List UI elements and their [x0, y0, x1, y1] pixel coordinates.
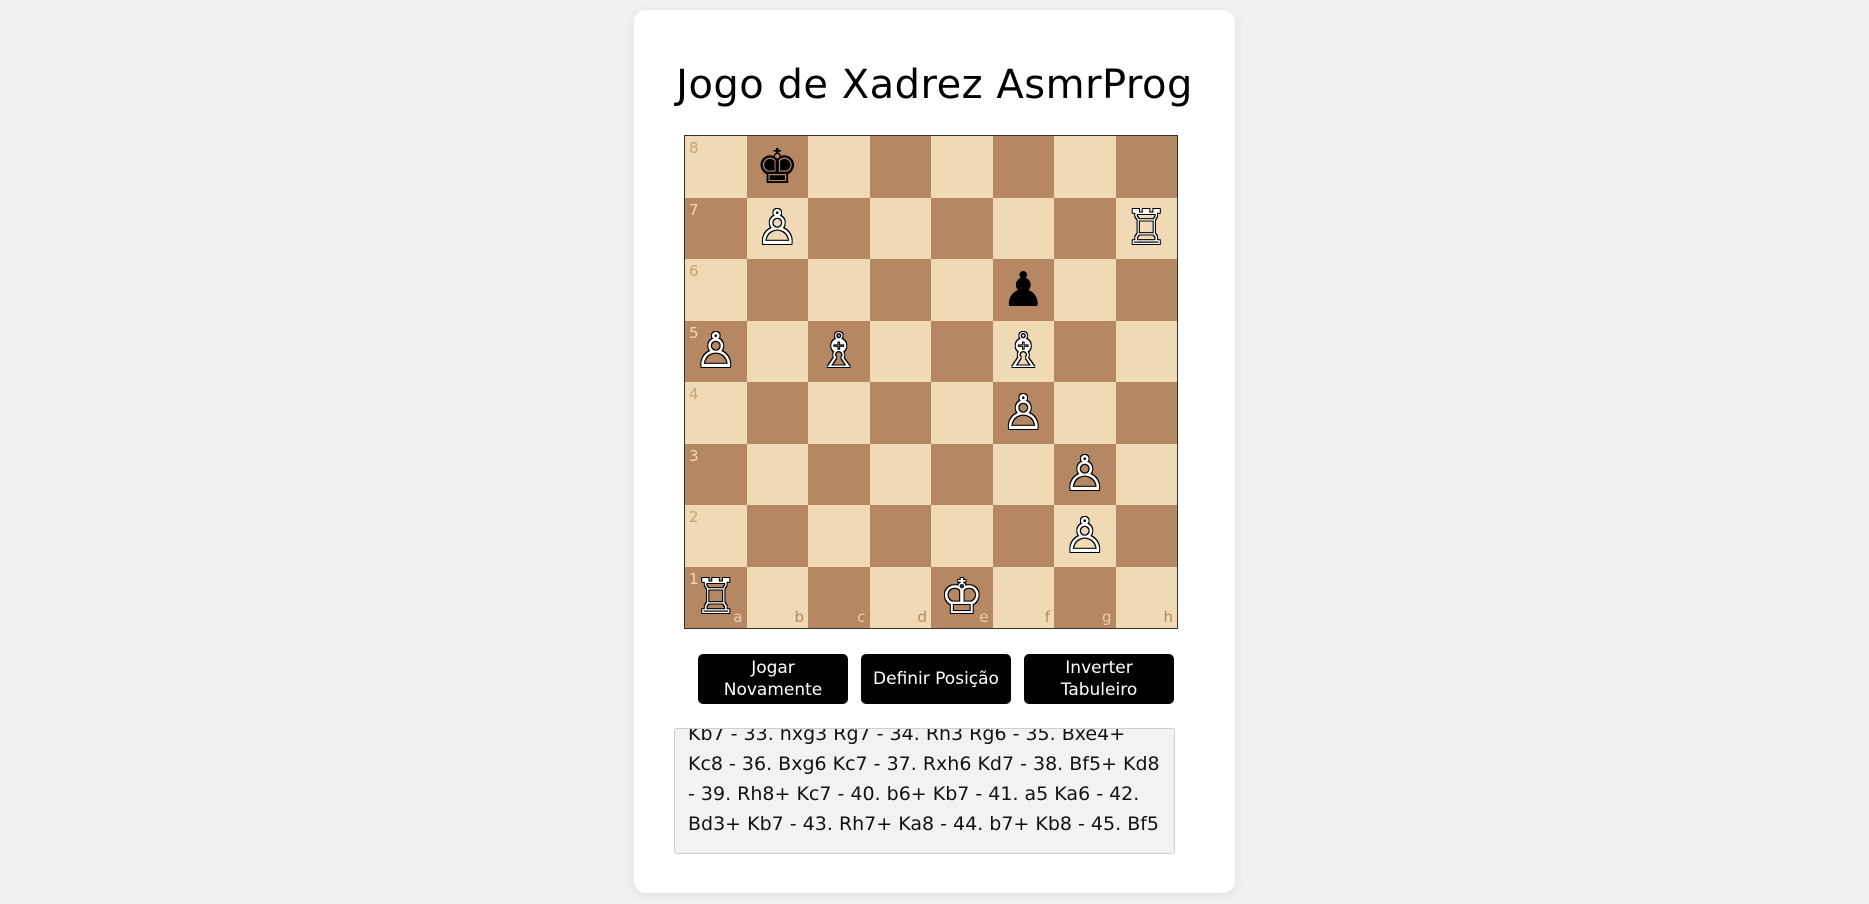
square-b1[interactable]: b [746, 566, 808, 628]
game-card: Jogo de Xadrez AsmrProg 8 ♚ 7 ♙ ♖ 6 ♟ 5 ♙ ♗ ♗ 4 ♙ 3 ♙ 2… [634, 10, 1235, 893]
file-label: f [1044, 608, 1050, 626]
flip-board-button[interactable]: Inverter Tabuleiro [1024, 654, 1174, 704]
square-d2[interactable] [869, 505, 931, 567]
square-f8[interactable] [992, 136, 1054, 198]
file-label: c [857, 608, 866, 626]
white-rook-icon[interactable]: ♖ [685, 567, 747, 629]
rank-label: 6 [689, 262, 699, 280]
file-label: h [1163, 608, 1173, 626]
file-label: g [1101, 608, 1112, 626]
square-a7[interactable]: 7 [685, 197, 747, 259]
white-bishop-icon[interactable]: ♗ [993, 321, 1055, 383]
square-c8[interactable] [808, 136, 870, 198]
white-pawn-icon[interactable]: ♙ [1054, 444, 1116, 506]
square-e3[interactable] [931, 443, 993, 505]
page-title: Jogo de Xadrez AsmrProg [676, 62, 1193, 108]
square-c3[interactable] [808, 443, 870, 505]
square-h5[interactable] [1115, 320, 1177, 382]
chessboard[interactable]: 8 ♚ 7 ♙ ♖ 6 ♟ 5 ♙ ♗ ♗ 4 ♙ 3 ♙ 2 ♙ 1 a ♖ b c d e ♔ f g h [684, 135, 1178, 629]
square-d3[interactable] [869, 443, 931, 505]
square-d8[interactable] [869, 136, 931, 198]
square-f2[interactable] [992, 505, 1054, 567]
square-f1[interactable]: f [992, 566, 1054, 628]
square-g8[interactable] [1054, 136, 1116, 198]
square-c6[interactable] [808, 259, 870, 321]
square-g3[interactable]: ♙ [1054, 443, 1116, 506]
square-a1[interactable]: 1 a ♖ [685, 566, 747, 629]
square-g6[interactable] [1054, 259, 1116, 321]
rank-label: 7 [689, 200, 699, 219]
black-king-icon[interactable]: ♚ [747, 136, 809, 198]
white-king-icon[interactable]: ♔ [931, 567, 993, 629]
black-pawn-icon[interactable]: ♟ [993, 259, 1055, 321]
square-f3[interactable] [992, 443, 1054, 505]
square-c1[interactable]: c [808, 566, 870, 628]
square-b3[interactable] [746, 443, 808, 505]
square-e5[interactable] [931, 320, 993, 382]
square-h4[interactable] [1115, 382, 1177, 444]
square-b2[interactable] [746, 505, 808, 567]
square-c4[interactable] [808, 382, 870, 444]
square-b5[interactable] [746, 320, 808, 382]
square-e7[interactable] [931, 197, 993, 259]
square-g1[interactable]: g [1054, 566, 1116, 628]
square-h7[interactable]: ♖ [1115, 197, 1178, 260]
square-f5[interactable]: ♗ [992, 320, 1055, 383]
rank-label: 8 [689, 139, 699, 157]
white-pawn-icon[interactable]: ♙ [747, 198, 809, 260]
white-rook-icon[interactable]: ♖ [1116, 198, 1178, 260]
white-bishop-icon[interactable]: ♗ [808, 321, 870, 383]
move-history-box[interactable]: Kb7 - 33. hxg3 Rg7 - 34. Rh3 Rg6 - 35. B… [674, 728, 1175, 854]
square-d1[interactable]: d [869, 566, 931, 628]
square-a2[interactable]: 2 [685, 505, 747, 567]
rank-label: 3 [689, 446, 699, 465]
set-position-button[interactable]: Definir Posição [861, 654, 1011, 704]
move-history-text: Kb7 - 33. hxg3 Rg7 - 34. Rh3 Rg6 - 35. B… [688, 728, 1160, 835]
square-h6[interactable] [1115, 259, 1177, 321]
square-e1[interactable]: e ♔ [931, 566, 993, 629]
square-e6[interactable] [931, 259, 993, 321]
square-f6[interactable]: ♟ [992, 259, 1055, 321]
square-c2[interactable] [808, 505, 870, 567]
square-b4[interactable] [746, 382, 808, 444]
square-h1[interactable]: h [1115, 566, 1177, 628]
square-f4[interactable]: ♙ [992, 382, 1055, 444]
file-label: b [794, 608, 804, 626]
play-again-button[interactable]: Jogar Novamente [698, 654, 848, 704]
square-a4[interactable]: 4 [685, 382, 747, 444]
square-d4[interactable] [869, 382, 931, 444]
square-g7[interactable] [1054, 197, 1116, 259]
rank-label: 4 [689, 385, 699, 403]
square-a8[interactable]: 8 [685, 136, 747, 198]
square-c5[interactable]: ♗ [808, 320, 870, 383]
square-a5[interactable]: 5 ♙ [685, 320, 747, 383]
button-row: Jogar Novamente Definir Posição Inverter… [698, 654, 1174, 704]
square-b8[interactable]: ♚ [746, 136, 809, 198]
square-g5[interactable] [1054, 320, 1116, 382]
square-e4[interactable] [931, 382, 993, 444]
square-h3[interactable] [1115, 443, 1177, 505]
square-h2[interactable] [1115, 505, 1177, 567]
file-label: d [917, 608, 927, 626]
white-pawn-icon[interactable]: ♙ [685, 321, 747, 383]
square-b7[interactable]: ♙ [746, 197, 809, 260]
square-a6[interactable]: 6 [685, 259, 747, 321]
white-pawn-icon[interactable]: ♙ [1054, 505, 1116, 567]
square-e2[interactable] [931, 505, 993, 567]
square-d6[interactable] [869, 259, 931, 321]
square-b6[interactable] [746, 259, 808, 321]
square-d7[interactable] [869, 197, 931, 259]
square-e8[interactable] [931, 136, 993, 198]
square-c7[interactable] [808, 197, 870, 259]
square-f7[interactable] [992, 197, 1054, 259]
square-g4[interactable] [1054, 382, 1116, 444]
rank-label: 2 [689, 508, 699, 526]
square-g2[interactable]: ♙ [1054, 505, 1116, 567]
white-pawn-icon[interactable]: ♙ [993, 382, 1055, 444]
square-d5[interactable] [869, 320, 931, 382]
square-h8[interactable] [1115, 136, 1177, 198]
square-a3[interactable]: 3 [685, 443, 747, 505]
